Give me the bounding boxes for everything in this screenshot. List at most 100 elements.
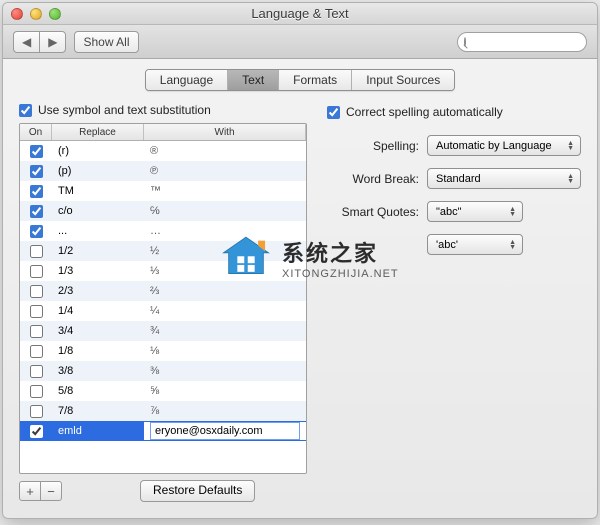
row-checkbox[interactable] xyxy=(30,425,43,438)
replace-cell[interactable]: emld xyxy=(52,425,144,437)
replace-cell[interactable]: 3/4 xyxy=(52,325,144,337)
with-cell[interactable]: … xyxy=(144,225,306,237)
show-all-button[interactable]: Show All xyxy=(74,31,138,53)
table-row[interactable]: 1/3⅓ xyxy=(20,261,306,281)
substitution-checkbox[interactable] xyxy=(19,104,32,117)
with-cell[interactable]: ℅ xyxy=(144,205,306,217)
tab-formats[interactable]: Formats xyxy=(279,70,352,90)
chevron-updown-icon: ▲▼ xyxy=(567,174,574,184)
table-row[interactable]: emlderyone@osxdaily.com xyxy=(20,421,306,441)
with-cell[interactable]: ™ xyxy=(144,185,306,197)
row-checkbox[interactable] xyxy=(30,145,43,158)
replace-cell[interactable]: 1/3 xyxy=(52,265,144,277)
with-cell[interactable]: ⅝ xyxy=(144,385,306,397)
add-button[interactable]: + xyxy=(19,481,41,501)
replace-cell[interactable]: 1/4 xyxy=(52,305,144,317)
replace-cell[interactable]: TM xyxy=(52,185,144,197)
row-checkbox[interactable] xyxy=(30,365,43,378)
smartquotes-single-select[interactable]: 'abc' ▲▼ xyxy=(427,234,523,255)
table-footer: + − Restore Defaults xyxy=(19,474,307,502)
replace-cell[interactable]: 5/8 xyxy=(52,385,144,397)
replace-cell[interactable]: 3/8 xyxy=(52,365,144,377)
content-area: Use symbol and text substitution On Repl… xyxy=(3,97,597,518)
table-row[interactable]: ...… xyxy=(20,221,306,241)
col-replace[interactable]: Replace xyxy=(52,124,144,140)
with-cell[interactable]: ⅜ xyxy=(144,365,306,377)
tab-language[interactable]: Language xyxy=(146,70,228,90)
remove-button[interactable]: − xyxy=(40,481,62,501)
correct-spelling-row: Correct spelling automatically xyxy=(327,105,581,119)
table-row[interactable]: 3/8⅜ xyxy=(20,361,306,381)
with-cell[interactable]: ⅞ xyxy=(144,405,306,417)
replace-cell[interactable]: 2/3 xyxy=(52,285,144,297)
forward-button[interactable]: ▶ xyxy=(39,31,66,53)
substitution-toggle-row: Use symbol and text substitution xyxy=(19,103,307,117)
table-row[interactable]: 2/3⅔ xyxy=(20,281,306,301)
table-row[interactable]: TM™ xyxy=(20,181,306,201)
table-row[interactable]: (r)® xyxy=(20,141,306,161)
search-field[interactable] xyxy=(457,32,587,52)
replace-cell[interactable]: c/o xyxy=(52,205,144,217)
substitution-table: On Replace With (r)®(p)℗TM™c/o℅...…1/2½1… xyxy=(19,123,307,474)
replace-cell[interactable]: ... xyxy=(52,225,144,237)
table-row[interactable]: c/o℅ xyxy=(20,201,306,221)
with-cell[interactable]: ℗ xyxy=(144,165,306,177)
with-cell[interactable]: ⅔ xyxy=(144,285,306,297)
with-cell[interactable]: eryone@osxdaily.com xyxy=(144,422,306,440)
row-checkbox[interactable] xyxy=(30,405,43,418)
with-cell[interactable]: ⅓ xyxy=(144,265,306,277)
smartquotes-double-select[interactable]: "abc" ▲▼ xyxy=(427,201,523,222)
col-on[interactable]: On xyxy=(20,124,52,140)
row-checkbox[interactable] xyxy=(30,245,43,258)
spelling-row: Spelling: Automatic by Language ▲▼ xyxy=(327,135,581,156)
table-row[interactable]: 1/4¼ xyxy=(20,301,306,321)
col-with[interactable]: With xyxy=(144,124,306,140)
row-checkbox[interactable] xyxy=(30,285,43,298)
with-cell[interactable]: ⅛ xyxy=(144,345,306,357)
row-checkbox[interactable] xyxy=(30,265,43,278)
titlebar: Language & Text xyxy=(3,3,597,25)
row-checkbox[interactable] xyxy=(30,205,43,218)
replace-cell[interactable]: 1/8 xyxy=(52,345,144,357)
row-checkbox[interactable] xyxy=(30,305,43,318)
tab-text[interactable]: Text xyxy=(228,70,279,90)
chevron-updown-icon: ▲▼ xyxy=(509,240,516,250)
row-checkbox[interactable] xyxy=(30,185,43,198)
nav-buttons: ◀ ▶ xyxy=(13,31,66,53)
smartquotes-double-value: "abc" xyxy=(436,206,462,218)
search-input[interactable] xyxy=(470,36,593,48)
table-row[interactable]: (p)℗ xyxy=(20,161,306,181)
table-body[interactable]: (r)®(p)℗TM™c/o℅...…1/2½1/3⅓2/3⅔1/4¼3/4¾1… xyxy=(20,141,306,473)
restore-defaults-button[interactable]: Restore Defaults xyxy=(140,480,255,502)
spelling-select[interactable]: Automatic by Language ▲▼ xyxy=(427,135,581,156)
row-checkbox[interactable] xyxy=(30,225,43,238)
with-cell[interactable]: ® xyxy=(144,145,306,157)
row-checkbox[interactable] xyxy=(30,385,43,398)
table-row[interactable]: 1/8⅛ xyxy=(20,341,306,361)
table-row[interactable]: 5/8⅝ xyxy=(20,381,306,401)
wordbreak-select[interactable]: Standard ▲▼ xyxy=(427,168,581,189)
table-header: On Replace With xyxy=(20,124,306,141)
replace-cell[interactable]: (r) xyxy=(52,145,144,157)
with-cell[interactable]: ½ xyxy=(144,245,306,257)
row-checkbox[interactable] xyxy=(30,345,43,358)
replace-cell[interactable]: (p) xyxy=(52,165,144,177)
row-checkbox[interactable] xyxy=(30,165,43,178)
table-row[interactable]: 3/4¾ xyxy=(20,321,306,341)
wordbreak-value: Standard xyxy=(436,173,481,185)
with-cell[interactable]: ¼ xyxy=(144,305,306,317)
substitution-label: Use symbol and text substitution xyxy=(38,103,211,117)
tab-input-sources[interactable]: Input Sources xyxy=(352,70,454,90)
smartquotes-label: Smart Quotes: xyxy=(327,205,419,219)
toolbar: ◀ ▶ Show All xyxy=(3,25,597,59)
replace-cell[interactable]: 7/8 xyxy=(52,405,144,417)
table-row[interactable]: 7/8⅞ xyxy=(20,401,306,421)
row-checkbox[interactable] xyxy=(30,325,43,338)
smartquotes-single-value: 'abc' xyxy=(436,239,458,251)
back-button[interactable]: ◀ xyxy=(13,31,39,53)
table-row[interactable]: 1/2½ xyxy=(20,241,306,261)
replace-cell[interactable]: 1/2 xyxy=(52,245,144,257)
with-cell[interactable]: ¾ xyxy=(144,325,306,337)
correct-spelling-checkbox[interactable] xyxy=(327,106,340,119)
wordbreak-row: Word Break: Standard ▲▼ xyxy=(327,168,581,189)
